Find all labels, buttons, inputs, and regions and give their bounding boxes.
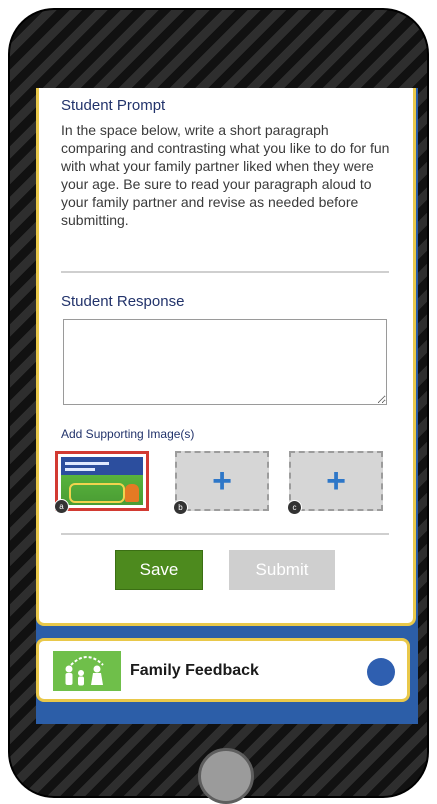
divider <box>61 533 389 535</box>
prompt-title: Student Prompt <box>61 97 166 114</box>
thumbnail-text-line <box>65 462 109 465</box>
prompt-text: In the space below, write a short paragr… <box>61 122 390 228</box>
family-icon <box>53 651 121 691</box>
thumbnail-character <box>125 484 139 502</box>
supporting-images-title: Add Supporting Image(s) <box>61 427 195 441</box>
image-slot-a[interactable]: a <box>54 451 149 514</box>
feedback-status-dot[interactable] <box>367 658 395 686</box>
family-feedback-bar[interactable]: Family Feedback <box>36 638 410 702</box>
slot-badge: a <box>54 499 69 514</box>
app-screen: Student Prompt In the space below, write… <box>36 88 418 724</box>
home-button[interactable] <box>198 748 254 804</box>
thumbnail-path <box>69 483 125 503</box>
family-icon-graphic <box>65 656 104 686</box>
thumbnail-text-line <box>65 468 95 471</box>
plus-icon: + <box>212 462 232 500</box>
divider <box>61 271 389 273</box>
assignment-card: Student Prompt In the space below, write… <box>36 88 416 626</box>
plus-icon: + <box>326 462 346 500</box>
image-slot-b[interactable]: + b <box>173 451 269 515</box>
slot-badge: b <box>173 500 188 515</box>
response-title: Student Response <box>61 293 185 310</box>
save-button[interactable]: Save <box>115 550 203 590</box>
family-feedback-label: Family Feedback <box>130 662 259 679</box>
slot-badge: c <box>287 500 302 515</box>
screenshot-thumbnail-icon <box>61 457 143 505</box>
submit-button[interactable]: Submit <box>229 550 335 590</box>
student-response-input[interactable] <box>63 319 387 405</box>
image-slot-c[interactable]: + c <box>287 451 383 515</box>
